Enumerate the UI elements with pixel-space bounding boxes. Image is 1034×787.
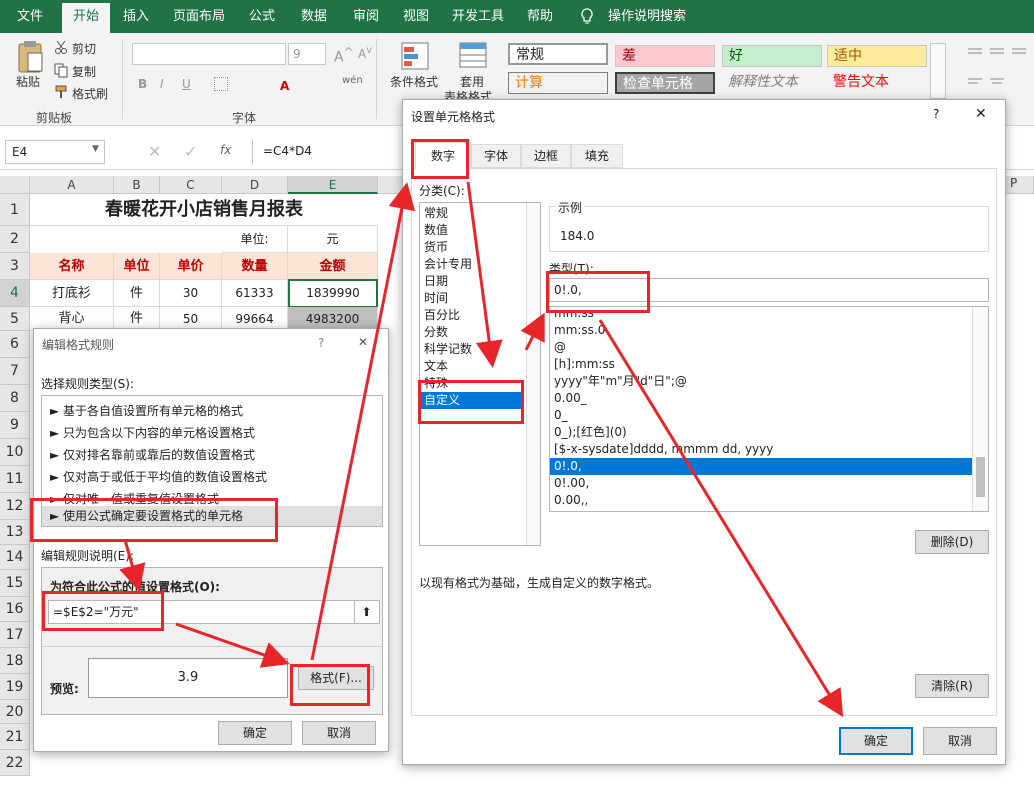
annotation-arrows	[119, 181, 844, 718]
